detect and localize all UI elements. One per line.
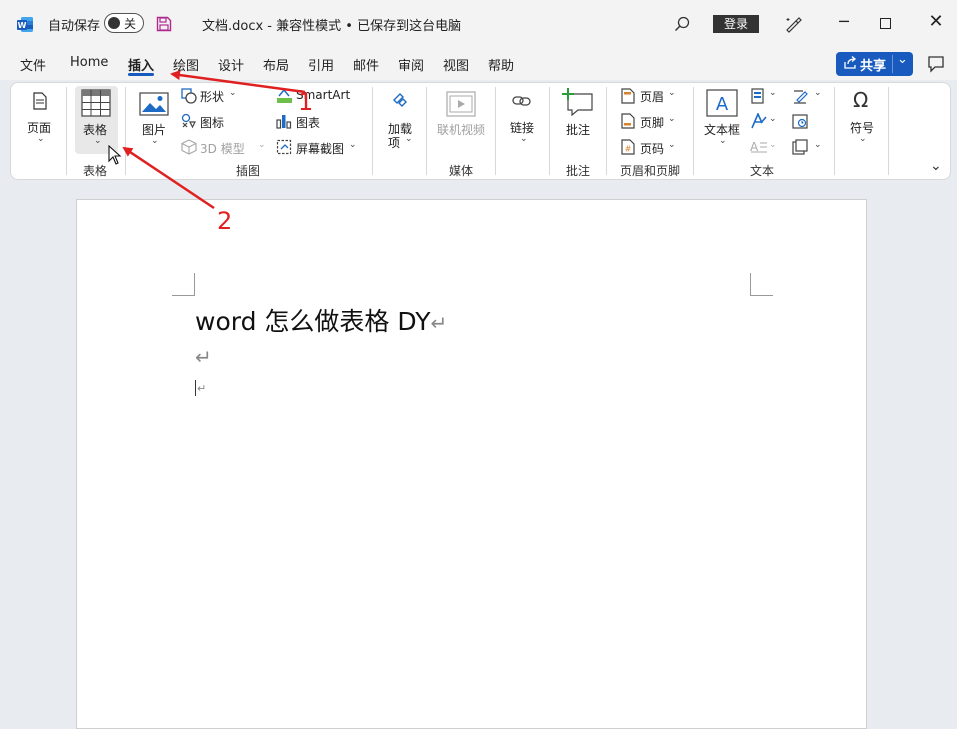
annotation-step-2: 2 (217, 207, 233, 235)
annotation-arrow-1 (170, 70, 306, 94)
mouse-pointer-icon (108, 145, 122, 165)
annotation-arrow-2 (122, 146, 215, 210)
annotation-step-1: 1 (298, 88, 314, 116)
annotation-arrows (122, 70, 306, 210)
